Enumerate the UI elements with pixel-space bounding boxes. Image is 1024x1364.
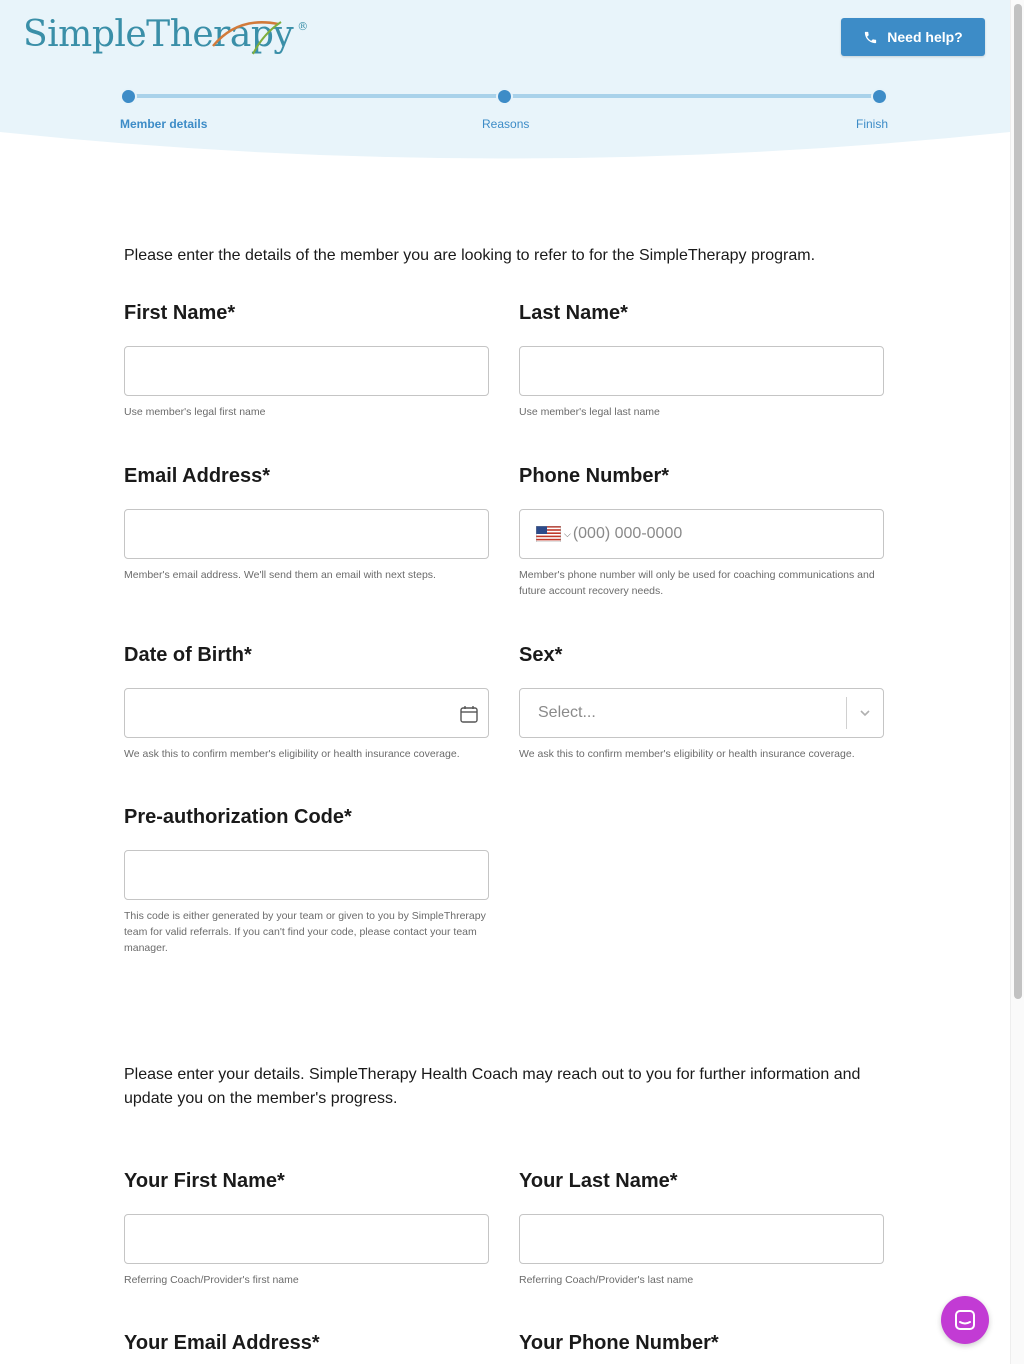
- first-name-label: First Name*: [124, 302, 236, 324]
- your-last-name-input[interactable]: [519, 1214, 884, 1264]
- your-last-name-label: Your Last Name*: [519, 1170, 678, 1192]
- your-first-name-field: Your First Name* Referring Coach/Provide…: [124, 1170, 489, 1288]
- sex-field: Sex* Select... We ask this to confirm me…: [519, 644, 884, 762]
- sex-label: Sex*: [519, 644, 563, 666]
- dob-hint: We ask this to confirm member's eligibil…: [124, 748, 460, 760]
- scrollbar-thumb[interactable]: [1014, 4, 1022, 999]
- phone-field: Phone Number* ⌵ (000) 000-0000 Member's …: [519, 465, 884, 599]
- sex-hint: We ask this to confirm member's eligibil…: [519, 748, 855, 760]
- first-name-input[interactable]: [124, 346, 489, 396]
- preauth-hint: This code is either generated by your te…: [124, 910, 486, 954]
- need-help-button[interactable]: Need help?: [841, 18, 985, 56]
- email-field: Email Address* Member's email address. W…: [124, 465, 489, 583]
- phone-input[interactable]: ⌵ (000) 000-0000: [519, 509, 884, 559]
- your-email-field: Your Email Address*: [124, 1332, 489, 1356]
- first-name-field: First Name* Use member's legal first nam…: [124, 302, 489, 420]
- sex-select[interactable]: Select...: [519, 688, 884, 738]
- your-last-name-field: Your Last Name* Referring Coach/Provider…: [519, 1170, 884, 1288]
- dob-input[interactable]: [124, 688, 489, 738]
- your-phone-label: Your Phone Number*: [519, 1332, 719, 1354]
- your-last-name-hint: Referring Coach/Provider's last name: [519, 1274, 694, 1286]
- step-dot-member-details: [120, 88, 137, 105]
- last-name-field: Last Name* Use member's legal last name: [519, 302, 884, 420]
- country-chevron-icon[interactable]: ⌵: [564, 529, 571, 540]
- dob-field: Date of Birth* We ask this to confirm me…: [124, 644, 489, 762]
- need-help-label: Need help?: [887, 29, 963, 45]
- phone-hint: Member's phone number will only be used …: [519, 569, 875, 597]
- calendar-icon[interactable]: [459, 704, 479, 724]
- preauth-input[interactable]: [124, 850, 489, 900]
- step-label-finish: Finish: [856, 117, 889, 131]
- email-input[interactable]: [124, 509, 489, 559]
- preauth-label: Pre-authorization Code*: [124, 806, 352, 828]
- your-first-name-hint: Referring Coach/Provider's first name: [124, 1274, 299, 1286]
- last-name-hint: Use member's legal last name: [519, 406, 660, 418]
- us-flag-icon[interactable]: [536, 526, 561, 542]
- phone-icon: [865, 31, 877, 43]
- chevron-down-icon[interactable]: [857, 705, 873, 721]
- step-dot-finish: [871, 88, 888, 105]
- last-name-input[interactable]: [519, 346, 884, 396]
- vertical-scrollbar[interactable]: [1010, 0, 1024, 1364]
- email-label: Email Address*: [124, 465, 270, 487]
- your-phone-field: Your Phone Number*: [519, 1332, 884, 1356]
- simpletherapy-logo[interactable]: SimpleTherapy ®: [23, 14, 308, 55]
- your-email-label: Your Email Address*: [124, 1332, 320, 1354]
- email-hint: Member's email address. We'll send them …: [124, 569, 436, 581]
- registered-mark: ®: [297, 20, 308, 33]
- step-label-member-details: Member details: [120, 117, 208, 131]
- last-name-label: Last Name*: [519, 302, 628, 324]
- member-intro-text: Please enter the details of the member y…: [124, 247, 816, 264]
- step-dot-reasons: [496, 88, 513, 105]
- sex-placeholder: Select...: [538, 704, 596, 721]
- leaf-swoosh-icon: [212, 21, 282, 55]
- phone-placeholder: (000) 000-0000: [572, 525, 683, 542]
- chat-launcher-button[interactable]: [941, 1296, 989, 1344]
- your-first-name-label: Your First Name*: [124, 1170, 285, 1192]
- dob-label: Date of Birth*: [124, 644, 252, 666]
- step-label-reasons: Reasons: [482, 117, 530, 131]
- chat-icon: [955, 1310, 975, 1330]
- preauth-field: Pre-authorization Code* This code is eit…: [124, 806, 489, 956]
- referrer-intro-text: Please enter your details. SimpleTherapy…: [124, 1066, 861, 1107]
- first-name-hint: Use member's legal first name: [124, 406, 266, 418]
- select-separator: [846, 697, 847, 729]
- your-first-name-input[interactable]: [124, 1214, 489, 1264]
- phone-label: Phone Number*: [519, 465, 670, 487]
